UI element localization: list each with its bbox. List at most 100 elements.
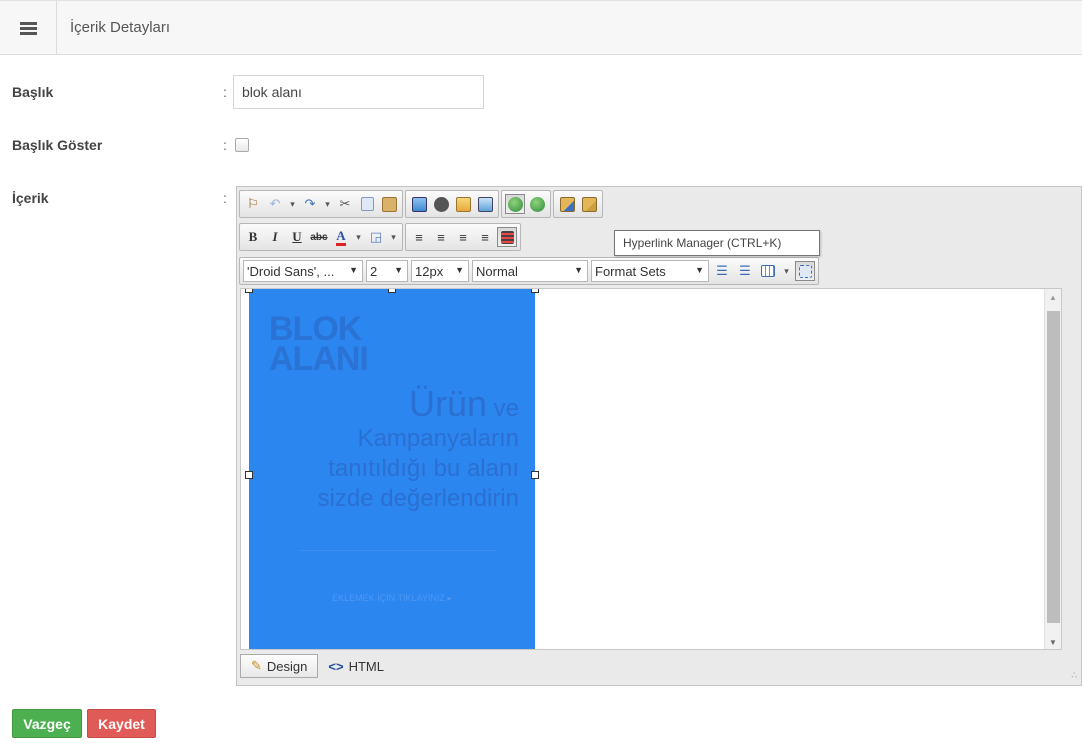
- resize-handle-top-left[interactable]: [245, 289, 253, 293]
- title-input[interactable]: [233, 75, 484, 109]
- align-right-button[interactable]: ≡: [453, 227, 473, 247]
- show-title-checkbox[interactable]: [235, 138, 249, 152]
- paste-icon: [381, 196, 397, 212]
- hamburger-icon: [19, 21, 37, 35]
- format-sets-select[interactable]: Format Sets ▼: [591, 260, 709, 282]
- image-manager-button[interactable]: [409, 194, 429, 214]
- copy-button[interactable]: [357, 194, 377, 214]
- paste-from-word-button[interactable]: [557, 194, 577, 214]
- paste-plain-text-button[interactable]: [579, 194, 599, 214]
- title-label: Başlık: [12, 84, 54, 100]
- image-icon: [411, 196, 427, 212]
- table-border-icon: [798, 264, 812, 278]
- find-replace-button[interactable]: ⚐: [243, 194, 263, 214]
- strikethrough-button[interactable]: abc: [309, 227, 329, 247]
- undo-dropdown[interactable]: ▾: [287, 194, 298, 214]
- binoculars-icon: ⚐: [247, 196, 259, 211]
- paste-word-icon: [559, 196, 575, 212]
- bulleted-list-button[interactable]: ☰: [735, 261, 755, 281]
- font-size-select[interactable]: 2 ▼: [366, 260, 408, 282]
- bulleted-list-icon: ☰: [739, 263, 751, 278]
- toolbar-group-font-style: B I U abc A ▾ ◲ ▾: [239, 223, 403, 251]
- font-color-dropdown[interactable]: ▾: [353, 227, 364, 247]
- document-manager-button[interactable]: [475, 194, 495, 214]
- font-family-select[interactable]: 'Droid Sans', ... ▼: [243, 260, 363, 282]
- title-colon: :: [223, 84, 227, 100]
- toolbar-group-align: ≡ ≡ ≡ ≡: [405, 223, 521, 251]
- chevron-down-icon: ▼: [455, 265, 464, 275]
- numbered-list-button[interactable]: ☰: [712, 261, 732, 281]
- design-mode-button[interactable]: ✎ Design: [240, 654, 319, 678]
- paste-button[interactable]: [379, 194, 399, 214]
- highlight-color-button[interactable]: ◲: [366, 227, 386, 247]
- undo-button[interactable]: ↶: [265, 194, 285, 214]
- editor-content-area[interactable]: BLOK ALANI Ürün ve Kampanyaların tanıtıl…: [240, 288, 1062, 650]
- resize-handle-middle-right[interactable]: [531, 471, 539, 479]
- font-color-button[interactable]: A: [331, 227, 351, 247]
- code-icon: <>: [328, 658, 344, 674]
- insert-table-dropdown[interactable]: ▾: [781, 261, 792, 281]
- highlight-color-dropdown[interactable]: ▾: [388, 227, 399, 247]
- save-button[interactable]: Kaydet: [87, 709, 156, 738]
- bold-button[interactable]: B: [243, 227, 263, 247]
- justify-button[interactable]: ≡: [475, 227, 495, 247]
- content-colon: :: [223, 190, 227, 206]
- resize-handle-middle-left[interactable]: [245, 471, 253, 479]
- chevron-down-icon: ▾: [356, 231, 361, 242]
- unlink-globe-icon: [529, 196, 545, 212]
- real-font-size-select[interactable]: 12px ▼: [411, 260, 469, 282]
- strikethrough-icon: abc: [310, 231, 328, 243]
- banner-divider: [299, 550, 495, 551]
- scissors-icon: ✂: [339, 196, 351, 211]
- chevron-down-icon: ▾: [325, 198, 330, 209]
- align-left-icon: ≡: [415, 229, 423, 245]
- cancel-button[interactable]: Vazgeç: [12, 709, 82, 738]
- show-title-colon: :: [223, 137, 227, 153]
- banner-image[interactable]: BLOK ALANI Ürün ve Kampanyaların tanıtıl…: [249, 289, 535, 649]
- editor-scrollbar[interactable]: ▲ ▼: [1044, 289, 1061, 649]
- show-title-label: Başlık Göster: [12, 137, 103, 153]
- toolbar-row-3: 'Droid Sans', ... ▼ 2 ▼ 12px ▼ Normal ▼ …: [239, 257, 819, 285]
- font-size-value: 2: [370, 263, 378, 279]
- justify-icon: ≡: [481, 229, 489, 245]
- format-stripper-icon: [500, 230, 514, 244]
- link-globe-icon: [507, 196, 523, 212]
- scroll-thumb[interactable]: [1047, 311, 1060, 623]
- banner-text-product: Ürün: [408, 383, 487, 424]
- design-mode-label: Design: [266, 658, 308, 674]
- resize-handle-top-right[interactable]: [531, 289, 539, 293]
- underline-button[interactable]: U: [287, 227, 307, 247]
- banner-logo-line2: ALANI: [269, 340, 369, 378]
- chevron-down-icon: ▼: [394, 265, 403, 275]
- cut-button[interactable]: ✂: [335, 194, 355, 214]
- redo-icon: ↷: [304, 196, 316, 211]
- format-stripper-button[interactable]: [497, 227, 517, 247]
- paste-text-icon: [581, 196, 597, 212]
- redo-dropdown[interactable]: ▾: [322, 194, 333, 214]
- media-manager-button[interactable]: [453, 194, 473, 214]
- italic-button[interactable]: I: [265, 227, 285, 247]
- resize-handle-top-center[interactable]: [388, 289, 396, 293]
- editor-mode-bar: ✎ Design <> HTML: [240, 653, 394, 679]
- redo-button[interactable]: ↷: [300, 194, 320, 214]
- chevron-down-icon: ▼: [574, 265, 583, 275]
- toolbar-group-edit: ⚐ ↶ ▾ ↷ ▾ ✂: [239, 190, 403, 218]
- resize-grip-icon[interactable]: ∴: [1071, 670, 1077, 681]
- html-mode-button[interactable]: <> HTML: [318, 654, 394, 678]
- scroll-down-icon[interactable]: ▼: [1049, 638, 1057, 647]
- scroll-up-icon[interactable]: ▲: [1049, 293, 1057, 302]
- chevron-down-icon: ▾: [290, 198, 295, 209]
- hyperlink-manager-button[interactable]: [505, 194, 525, 214]
- undo-icon: ↶: [269, 196, 281, 211]
- format-sets-value: Format Sets: [595, 263, 666, 279]
- menu-toggle-button[interactable]: [0, 1, 57, 55]
- align-center-button[interactable]: ≡: [431, 227, 451, 247]
- remove-link-button[interactable]: [527, 194, 547, 214]
- align-left-button[interactable]: ≡: [409, 227, 429, 247]
- rich-text-editor: ⚐ ↶ ▾ ↷ ▾ ✂ B I U abc A ▾ ◲ ▾ ≡ ≡ ≡ ≡ 'D…: [236, 186, 1082, 686]
- copy-icon: [360, 197, 374, 211]
- paragraph-style-select[interactable]: Normal ▼: [472, 260, 588, 282]
- insert-table-button[interactable]: [758, 261, 778, 281]
- flash-manager-button[interactable]: [431, 194, 451, 214]
- toggle-table-border-button[interactable]: [795, 261, 815, 281]
